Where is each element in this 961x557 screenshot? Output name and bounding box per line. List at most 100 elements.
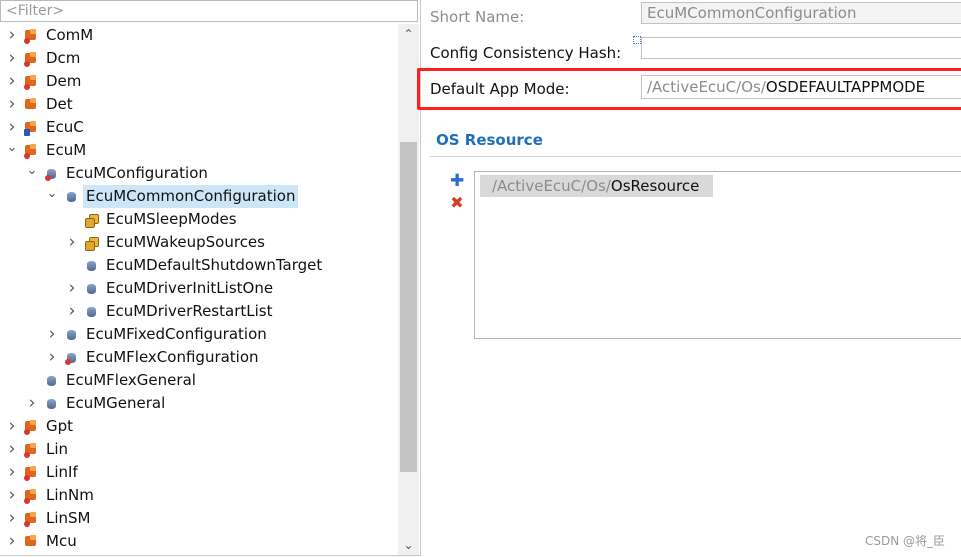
module-error-icon: [24, 420, 39, 435]
tree-item-label: EcuMDriverRestartList: [106, 302, 273, 320]
delete-icon[interactable]: ✖: [450, 195, 464, 211]
tree-item-label: EcuMDriverInitListOne: [106, 279, 274, 297]
module-error-icon: [24, 489, 39, 504]
section-divider: [430, 156, 961, 157]
tree-item[interactable]: › EcuMGeneral: [0, 392, 397, 415]
tree-item-label: LinNm: [46, 486, 94, 504]
tree-item[interactable]: › EcuMWakeupSources: [0, 231, 397, 254]
tree-item[interactable]: › EcuC: [0, 116, 397, 139]
chevron-up-icon[interactable]: ⌃: [398, 24, 419, 44]
tree-scrollbar[interactable]: ⌃ ⌄: [398, 24, 419, 555]
tree-item[interactable]: › EcuMDriverRestartList: [0, 300, 397, 323]
chevron-right-icon[interactable]: ›: [5, 415, 19, 438]
multi-container-icon: [84, 236, 99, 251]
chevron-right-icon[interactable]: ›: [5, 484, 19, 507]
tree-item-label: Det: [46, 95, 73, 113]
chevron-right-icon[interactable]: ›: [45, 346, 59, 369]
tree-item[interactable]: ⌄ EcuMConfiguration: [0, 162, 397, 185]
tree-item[interactable]: › EcuMFixedConfiguration: [0, 323, 397, 346]
module-error-icon: [24, 466, 39, 481]
tree-item[interactable]: › Det: [0, 93, 397, 116]
tree-item[interactable]: › Dem: [0, 70, 397, 93]
os-resource-list[interactable]: /ActiveEcuC/Os/OsResource: [474, 171, 961, 339]
tree-item-label: EcuMGeneral: [66, 394, 166, 412]
tree-item[interactable]: › Dcm: [0, 47, 397, 70]
chevron-down-icon[interactable]: ⌄: [5, 139, 19, 156]
config-hash-label: Config Consistency Hash:: [430, 44, 622, 62]
tree-item[interactable]: › ComM: [0, 24, 397, 47]
chevron-down-icon[interactable]: ⌄: [25, 162, 39, 179]
tree-item[interactable]: › Lin: [0, 438, 397, 461]
default-app-mode-field[interactable]: /ActiveEcuC/Os/OSDEFAULTAPPMODE: [641, 75, 961, 99]
tree-item-label: EcuMFixedConfiguration: [86, 325, 267, 343]
chevron-right-icon[interactable]: ›: [65, 231, 79, 254]
chevron-right-icon[interactable]: ›: [45, 323, 59, 346]
module-error-icon: [24, 75, 39, 90]
tree-item[interactable]: EcuMDefaultShutdownTarget: [0, 254, 397, 277]
module-error-icon: [24, 52, 39, 67]
container-icon: [84, 282, 99, 296]
container-icon: [64, 190, 79, 204]
chevron-right-icon[interactable]: ›: [65, 277, 79, 300]
config-tree: › ComM › Dcm › Dem › Det › EcuC ⌄ EcuM ⌄ EcuMConfigur…: [0, 24, 397, 553]
tree-item-label: Dem: [46, 72, 82, 90]
tree-item-label: EcuMWakeupSources: [106, 233, 265, 251]
tree-item[interactable]: EcuMFlexGeneral: [0, 369, 397, 392]
chevron-right-icon[interactable]: ›: [5, 507, 19, 530]
os-resource-section-title[interactable]: OS Resource: [436, 131, 543, 149]
container-icon: [64, 328, 79, 342]
container-icon: [84, 305, 99, 319]
scrollbar-thumb[interactable]: [400, 142, 417, 472]
container-icon: [44, 397, 59, 411]
short-name-label: Short Name:: [430, 8, 525, 26]
tree-item-label: EcuMConfiguration: [66, 164, 208, 182]
chevron-right-icon[interactable]: ›: [65, 300, 79, 323]
project-tree-panel: <Filter> › ComM › Dcm › Dem › Det › EcuC ⌄ EcuM ⌄ Ecu…: [0, 0, 421, 556]
tree-item-label: EcuMFlexGeneral: [66, 371, 196, 389]
tree-item[interactable]: › EcuMDriverInitListOne: [0, 277, 397, 300]
tree-item[interactable]: ⌄ EcuM: [0, 139, 397, 162]
tree-item[interactable]: › Gpt: [0, 415, 397, 438]
tree-item[interactable]: › LinIf: [0, 461, 397, 484]
chevron-down-icon[interactable]: ⌄: [398, 535, 419, 555]
tree-item[interactable]: › EcuMFlexConfiguration: [0, 346, 397, 369]
short-name-field[interactable]: EcuMCommonConfiguration: [641, 2, 961, 24]
add-icon[interactable]: ✚: [450, 173, 464, 190]
multi-container-icon: [84, 213, 99, 228]
chevron-right-icon[interactable]: ›: [5, 70, 19, 93]
reference-path-prefix: /ActiveEcuC/Os/: [492, 177, 611, 195]
tree-item-label: EcuMCommonConfiguration: [83, 185, 299, 208]
tree-item-label: Dcm: [46, 49, 81, 67]
list-item[interactable]: /ActiveEcuC/Os/OsResource: [480, 175, 714, 197]
reference-value: OsResource: [610, 177, 700, 195]
tree-item-label: LinSM: [46, 509, 91, 527]
config-hash-field[interactable]: [641, 37, 961, 59]
module-icon: [24, 535, 39, 549]
chevron-right-icon[interactable]: ›: [5, 93, 19, 116]
filter-input[interactable]: <Filter>: [0, 0, 418, 22]
chevron-right-icon[interactable]: ›: [5, 116, 19, 139]
chevron-right-icon[interactable]: ›: [5, 47, 19, 70]
chevron-right-icon[interactable]: ›: [5, 530, 19, 553]
tree-item[interactable]: EcuMSleepModes: [0, 208, 397, 231]
info-marker-icon: [633, 36, 641, 44]
tree-item[interactable]: › LinNm: [0, 484, 397, 507]
tree-item[interactable]: › Mcu: [0, 530, 397, 553]
chevron-right-icon[interactable]: ›: [5, 24, 19, 47]
chevron-right-icon[interactable]: ›: [25, 392, 39, 415]
chevron-down-icon[interactable]: ⌄: [45, 185, 59, 202]
tree-item[interactable]: › LinSM: [0, 507, 397, 530]
tree-item-label: LinIf: [46, 463, 78, 481]
tree-item-label: Gpt: [46, 417, 74, 435]
tree-item-label: Mcu: [46, 532, 77, 550]
module-error-icon: [24, 443, 39, 458]
chevron-right-icon[interactable]: ›: [5, 461, 19, 484]
tree-item-label: EcuMSleepModes: [106, 210, 237, 228]
tree-item[interactable]: ⌄ EcuMCommonConfiguration: [0, 185, 397, 208]
container-error-icon: [64, 351, 79, 365]
chevron-right-icon[interactable]: ›: [5, 438, 19, 461]
tree-item-label: EcuMFlexConfiguration: [86, 348, 259, 366]
tree-item-label: Lin: [46, 440, 69, 458]
reference-value: OSDEFAULTAPPMODE: [765, 78, 926, 96]
default-app-mode-label: Default App Mode:: [430, 80, 570, 98]
